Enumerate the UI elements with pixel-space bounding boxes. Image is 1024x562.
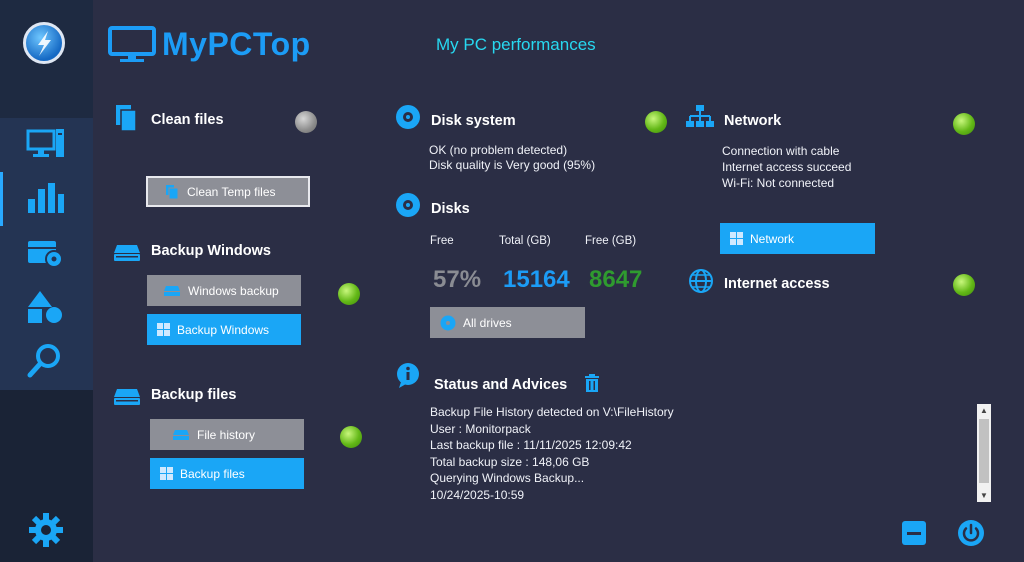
shapes-icon	[28, 291, 62, 323]
status-line: Total backup size : 148,06 GB	[430, 454, 590, 469]
power-button[interactable]	[957, 519, 985, 552]
disk-icon-2	[396, 193, 420, 217]
windows-logo-icon	[730, 232, 743, 245]
network-status-indicator	[953, 113, 975, 135]
free-gb-value: 8647	[589, 266, 643, 293]
free-pct-label: Free	[430, 235, 454, 247]
internet-status-indicator	[953, 274, 975, 296]
sidebar-item-performance[interactable]	[0, 172, 93, 226]
free-pct-value: 57%	[433, 266, 482, 293]
all-drives-button[interactable]: All drives	[430, 307, 585, 338]
backup-files-label: Backup files	[180, 466, 245, 481]
backup-windows-label: Backup Windows	[177, 322, 270, 337]
brand-name: MyPCTop	[162, 26, 311, 62]
monitor-logo-icon	[108, 26, 156, 62]
network-button-label: Network	[750, 231, 795, 246]
status-advices-title: Status and Advices	[434, 377, 568, 393]
status-line: Backup File History detected on V:\FileH…	[430, 405, 674, 419]
gear-icon	[29, 513, 63, 547]
backup-files-button[interactable]: Backup files	[150, 458, 304, 489]
disks-title: Disks	[431, 201, 470, 217]
backup-windows-status-indicator	[338, 283, 360, 305]
drive-icon	[114, 245, 140, 261]
drive-small-icon	[173, 429, 189, 440]
computer-icon	[26, 129, 64, 157]
sidebar-item-search[interactable]	[0, 334, 93, 388]
trash-icon[interactable]	[584, 374, 600, 392]
bar-chart-icon	[28, 183, 64, 213]
sidebar-item-shapes[interactable]	[0, 280, 93, 334]
status-line: 10/24/2025-10:59	[430, 487, 525, 502]
status-log[interactable]: Backup File History detected on V:\FileH…	[430, 404, 975, 504]
disk-icon	[396, 105, 420, 129]
drive-small-icon	[164, 285, 180, 296]
network-title: Network	[724, 113, 782, 129]
clean-temp-files-button[interactable]: Clean Temp files	[146, 176, 310, 207]
backup-files-title: Backup files	[151, 387, 237, 403]
files-small-icon	[166, 184, 179, 199]
backup-windows-title: Backup Windows	[151, 243, 271, 259]
total-gb-label: Total (GB)	[499, 235, 551, 247]
status-line: Last backup file : 11/11/2025 12:09:42	[430, 438, 632, 452]
total-gb-value: 15164	[503, 266, 570, 293]
all-drives-label: All drives	[463, 315, 512, 330]
sidebar-item-disk[interactable]	[0, 226, 93, 280]
scroll-thumb[interactable]	[979, 419, 989, 483]
network-connection-text: Connection with cable	[722, 144, 840, 158]
sidebar-item-computer[interactable]	[0, 118, 93, 172]
magnifier-icon	[27, 344, 60, 378]
disk-system-status: OK (no problem detected)	[429, 143, 568, 157]
minimize-icon	[902, 521, 926, 545]
file-history-label: File history	[197, 427, 256, 442]
disk-quality-text: Disk quality is Very good (95%)	[429, 158, 596, 172]
internet-access-title: Internet access	[724, 276, 830, 292]
drive-icon-2	[114, 389, 140, 405]
clean-files-status-indicator	[295, 111, 317, 133]
sidebar-logo-area	[0, 0, 93, 118]
globe-icon	[689, 269, 713, 293]
windows-logo-icon	[160, 467, 173, 480]
settings-button[interactable]	[28, 512, 64, 553]
disk-system-title: Disk system	[431, 113, 516, 129]
free-gb-label: Free (GB)	[585, 235, 637, 247]
network-icon	[686, 105, 714, 127]
clean-files-title: Clean files	[151, 112, 224, 128]
scroll-down-arrow-icon[interactable]: ▼	[977, 489, 991, 502]
backup-files-status-indicator	[340, 426, 362, 448]
windows-backup-button[interactable]: Windows backup	[147, 275, 301, 306]
status-line: User : Monitorpack	[430, 421, 531, 436]
minimize-button[interactable]	[901, 520, 927, 551]
power-icon	[958, 520, 984, 546]
sidebar	[0, 0, 93, 562]
windows-backup-label: Windows backup	[188, 283, 279, 298]
disk-system-status-indicator	[645, 111, 667, 133]
backup-windows-button[interactable]: Backup Windows	[147, 314, 301, 345]
status-scrollbar[interactable]: ▲ ▼	[977, 404, 991, 502]
scroll-up-arrow-icon[interactable]: ▲	[977, 404, 991, 417]
windows-logo-icon	[157, 323, 170, 336]
app-logo-icon	[23, 22, 65, 64]
disk-small-icon	[440, 315, 456, 330]
file-history-button[interactable]: File history	[150, 419, 304, 450]
network-wifi-text: Wi-Fi: Not connected	[722, 176, 835, 190]
page-subtitle: My PC performances	[436, 35, 596, 54]
files-icon	[116, 105, 137, 132]
disk-drive-icon	[28, 241, 63, 268]
network-button[interactable]: Network	[720, 223, 875, 254]
network-internet-text: Internet access succeed	[722, 160, 852, 174]
info-icon	[397, 363, 419, 388]
clean-temp-files-label: Clean Temp files	[187, 184, 276, 199]
status-line: Querying Windows Backup...	[430, 471, 585, 485]
